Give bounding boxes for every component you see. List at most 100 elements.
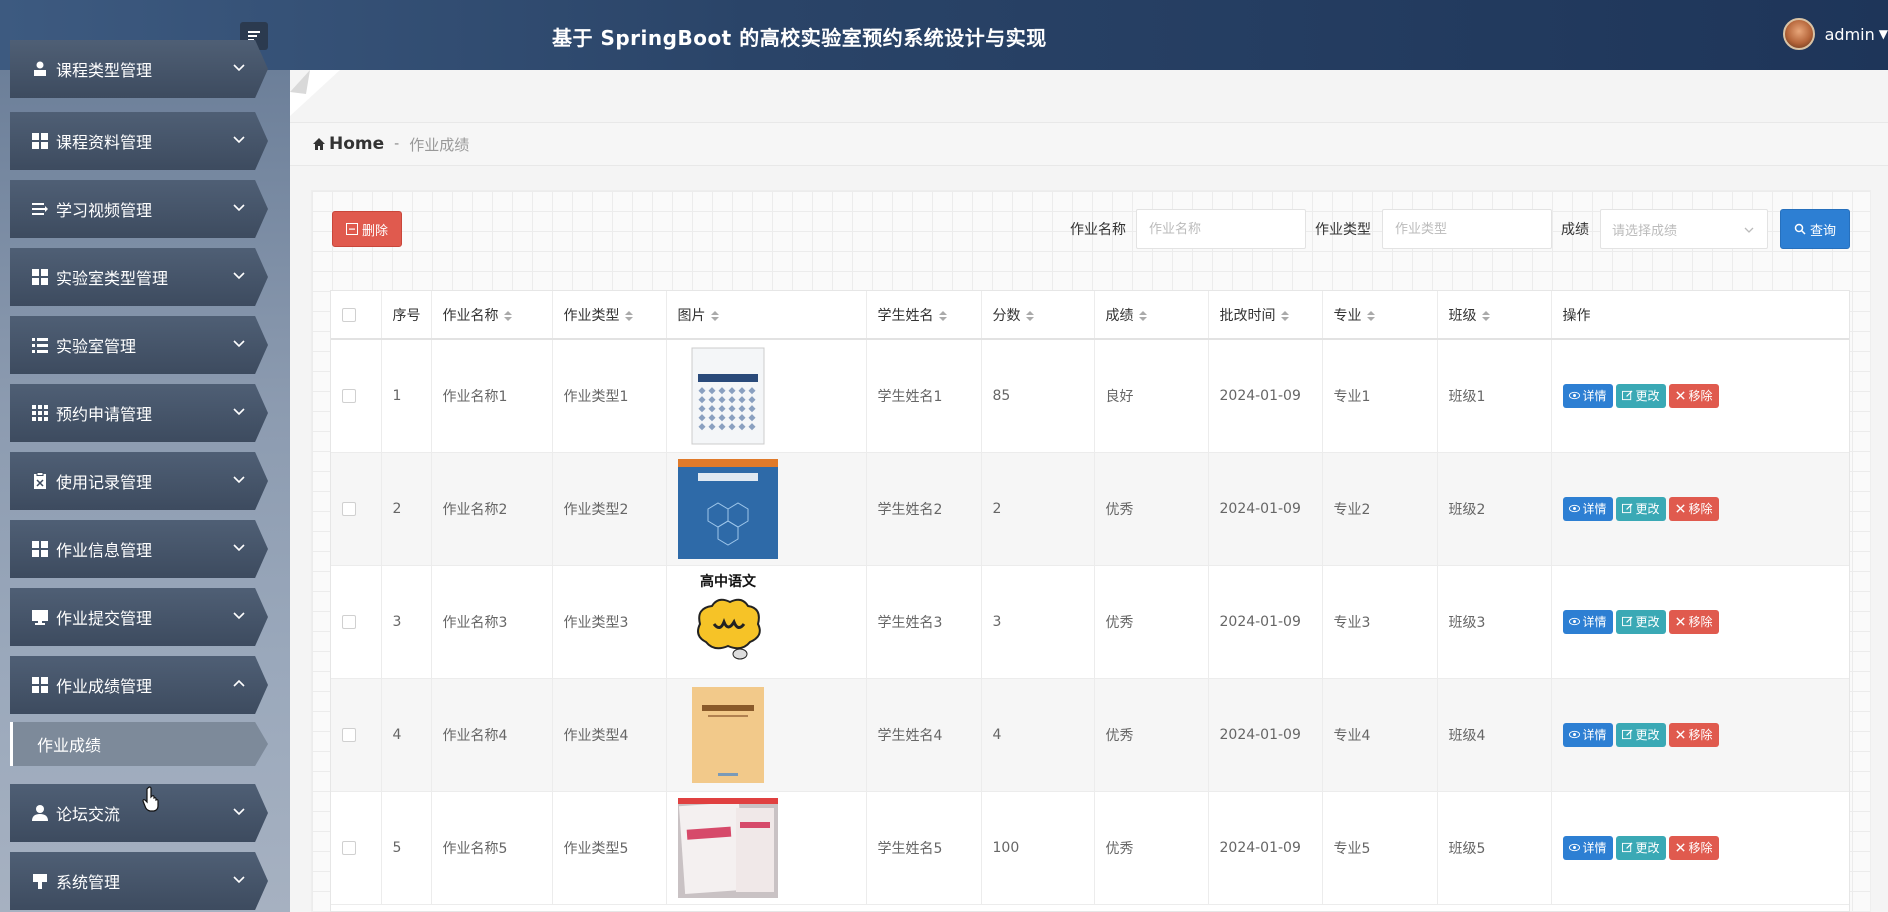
cell-actions: 详情 更改 移除 — [1551, 791, 1849, 905]
edit-button[interactable]: 更改 — [1615, 383, 1666, 408]
grade-select[interactable]: 请选择成绩 — [1600, 209, 1768, 249]
remove-button[interactable]: 移除 — [1668, 383, 1719, 408]
row-checkbox[interactable] — [342, 501, 356, 516]
cell-name: 作业名称2 — [431, 452, 553, 566]
sort-icon[interactable] — [1481, 310, 1491, 322]
search-button[interactable]: 查询 — [1780, 209, 1850, 249]
remove-button[interactable]: 移除 — [1668, 609, 1719, 634]
data-table: 序号 作业名称 作业类型 图片 学生姓名 分数 成绩 批改时间 专业 班级 操作 1 作业名称1 作业类… — [330, 290, 1850, 912]
select-all-cell — [331, 291, 382, 340]
column-header[interactable]: 分数 — [981, 291, 1095, 340]
cell-image — [666, 452, 867, 566]
close-icon — [1675, 617, 1685, 626]
remove-button[interactable]: 移除 — [1668, 496, 1719, 521]
breadcrumb-home[interactable]: Home — [312, 134, 384, 154]
row-checkbox[interactable] — [342, 727, 356, 742]
sidebar-item-1[interactable]: 课程类型管理 — [10, 40, 268, 98]
select-all-checkbox[interactable] — [342, 307, 356, 322]
detail-button[interactable]: 详情 — [1562, 609, 1613, 634]
cell-time: 2024-01-09 — [1208, 452, 1323, 566]
edit-button[interactable]: 更改 — [1615, 835, 1666, 860]
cell-image — [666, 339, 867, 453]
book-cover-image — [691, 347, 764, 445]
sidebar-item-12[interactable]: 系统管理 — [10, 852, 268, 910]
cell-grade: 优秀 — [1094, 565, 1209, 679]
column-header[interactable]: 成绩 — [1094, 291, 1209, 340]
edit-button[interactable]: 更改 — [1615, 722, 1666, 747]
remove-button[interactable]: 移除 — [1668, 722, 1719, 747]
edit-button[interactable]: 更改 — [1615, 609, 1666, 634]
sort-icon[interactable] — [1025, 310, 1035, 322]
eye-icon — [1568, 504, 1580, 513]
column-header[interactable]: 专业 — [1322, 291, 1438, 340]
app-title: 基于 SpringBoot 的高校实验室预约系统设计与实现 — [552, 26, 1047, 50]
chevron-down-icon — [1744, 227, 1754, 233]
cell-no: 4 — [381, 678, 432, 792]
homework-name-input[interactable] — [1136, 209, 1306, 249]
sidebar-item-4[interactable]: 实验室类型管理 — [10, 248, 268, 306]
column-header[interactable]: 班级 — [1437, 291, 1552, 340]
column-header[interactable]: 作业类型 — [552, 291, 667, 340]
detail-button[interactable]: 详情 — [1562, 496, 1613, 521]
hand-cursor-icon — [142, 786, 159, 812]
edit-button[interactable]: 更改 — [1615, 496, 1666, 521]
home-icon — [313, 138, 325, 150]
row-checkbox[interactable] — [342, 614, 356, 629]
table-header-row: 序号 作业名称 作业类型 图片 学生姓名 分数 成绩 批改时间 专业 班级 操作 — [331, 291, 1849, 340]
detail-button[interactable]: 详情 — [1562, 835, 1613, 860]
sidebar-item-5[interactable]: 实验室管理 — [10, 316, 268, 374]
sidebar-item-label: 学习视频管理 — [56, 201, 153, 220]
sort-icon[interactable] — [503, 310, 513, 322]
eye-icon — [1568, 843, 1580, 852]
row-select-cell — [331, 791, 382, 905]
homework-type-input[interactable] — [1382, 209, 1552, 249]
sidebar-item-6[interactable]: 预约申请管理 — [10, 384, 268, 442]
apps-icon — [30, 403, 50, 423]
detail-button[interactable]: 详情 — [1562, 383, 1613, 408]
sidebar-item-label: 课程资料管理 — [56, 133, 153, 152]
sidebar-item-10[interactable]: 作业成绩管理 — [10, 656, 268, 714]
sidebar-item-2[interactable]: 课程资料管理 — [10, 112, 268, 170]
sidebar-item-label: 课程类型管理 — [56, 61, 153, 80]
detail-button[interactable]: 详情 — [1562, 722, 1613, 747]
user-menu[interactable]: admin ▼ — [1782, 18, 1888, 50]
chevron-down-icon — [233, 204, 245, 212]
clipboard-icon — [30, 471, 50, 491]
row-checkbox[interactable] — [342, 840, 356, 855]
search-icon — [1794, 223, 1806, 235]
edit-icon — [1621, 616, 1633, 627]
column-header[interactable]: 图片 — [666, 291, 867, 340]
chevron-down-icon — [233, 544, 245, 552]
close-icon — [1675, 730, 1685, 739]
column-header[interactable]: 学生姓名 — [866, 291, 982, 340]
sidebar-item-9[interactable]: 作业提交管理 — [10, 588, 268, 646]
eye-icon — [1568, 730, 1580, 739]
remove-button[interactable]: 移除 — [1668, 835, 1719, 860]
sidebar-item-label: 作业提交管理 — [56, 609, 153, 628]
column-header[interactable]: 作业名称 — [431, 291, 553, 340]
cell-student: 学生姓名4 — [866, 678, 982, 792]
cell-class: 班级4 — [1437, 678, 1552, 792]
grid-icon — [30, 267, 50, 287]
cell-student: 学生姓名1 — [866, 339, 982, 453]
sidebar-subitem-homework-grade[interactable]: 作业成绩 — [10, 722, 268, 766]
sidebar-item-7[interactable]: 使用记录管理 — [10, 452, 268, 510]
sidebar-item-8[interactable]: 作业信息管理 — [10, 520, 268, 578]
sidebar-item-11[interactable]: 论坛交流 — [10, 784, 268, 842]
sort-icon[interactable] — [1280, 310, 1290, 322]
sort-icon[interactable] — [1138, 310, 1148, 322]
row-checkbox[interactable] — [342, 388, 356, 403]
cell-time: 2024-01-09 — [1208, 678, 1323, 792]
column-header[interactable]: 批改时间 — [1208, 291, 1323, 340]
homework-name-label: 作业名称 — [1070, 222, 1126, 238]
table-row: 5 作业名称5 作业类型5 学生姓名5 100 优秀 2024-01-09 专业5 班级5 详情更… — [331, 791, 1849, 905]
sort-icon[interactable] — [938, 310, 948, 322]
flag-icon — [30, 871, 50, 891]
sidebar-item-label: 实验室类型管理 — [56, 269, 169, 288]
sidebar-item-3[interactable]: 学习视频管理 — [10, 180, 268, 238]
sort-icon[interactable] — [624, 310, 634, 322]
sort-icon[interactable] — [710, 310, 720, 322]
book-cover-image — [677, 458, 778, 559]
sort-icon[interactable] — [1366, 310, 1376, 322]
delete-button[interactable]: 删除 — [332, 211, 402, 247]
